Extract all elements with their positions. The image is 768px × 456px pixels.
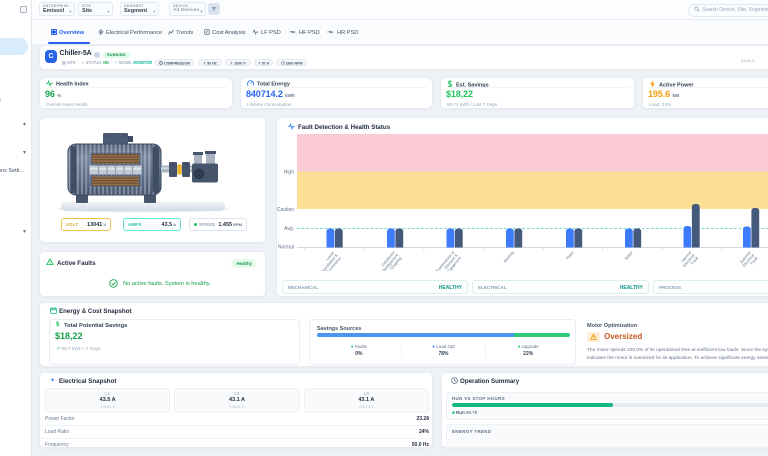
svg-text:Avg.: Avg. [284,226,294,232]
svg-text:High: High [284,170,295,176]
svg-text:Bearing: Bearing [502,250,514,263]
svg-text:Rotor: Rotor [565,249,575,260]
svg-text:Stator: Stator [623,249,634,261]
svg-text:Caution: Caution [277,207,294,213]
svg-text:Normal: Normal [278,245,294,251]
